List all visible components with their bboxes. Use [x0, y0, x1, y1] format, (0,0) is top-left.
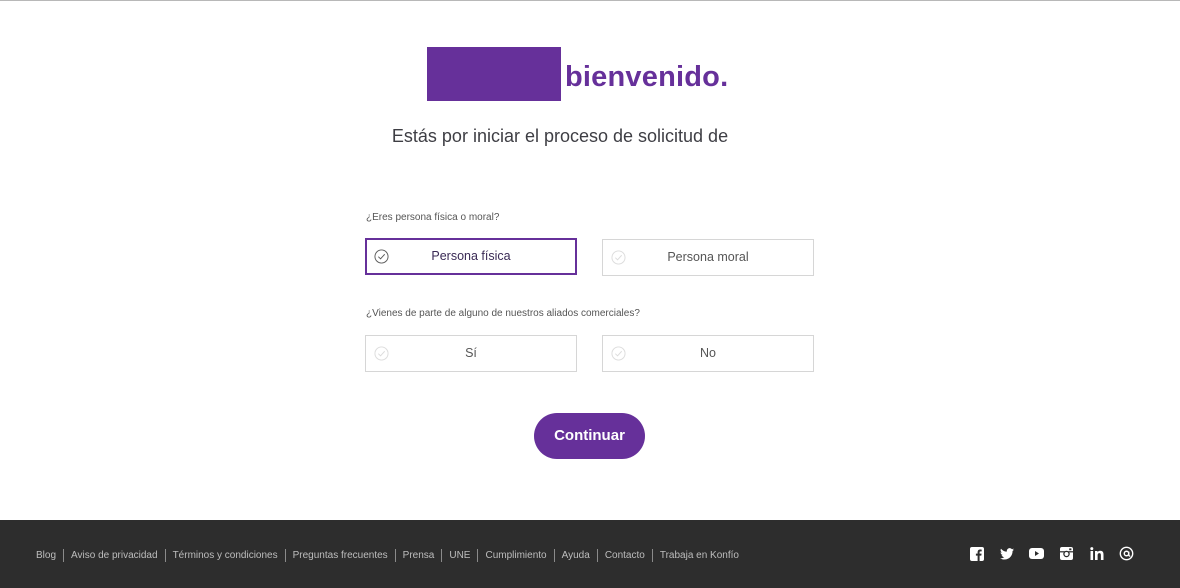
- footer-separator: [63, 549, 65, 562]
- footer-link-aviso-privacidad[interactable]: Aviso de privacidad: [71, 550, 158, 561]
- footer-separator: [477, 549, 479, 562]
- footer-link-blog[interactable]: Blog: [36, 550, 56, 561]
- footer: Blog Aviso de privacidad Términos y cond…: [0, 520, 1180, 588]
- footer-link-prensa[interactable]: Prensa: [403, 550, 435, 561]
- at-icon[interactable]: [1119, 546, 1134, 561]
- option-no-label: No: [700, 346, 716, 360]
- footer-separator: [394, 549, 396, 562]
- option-persona-moral-label: Persona moral: [667, 250, 749, 264]
- top-border-line: [0, 0, 1180, 1]
- header: bienvenido.: [0, 47, 1180, 101]
- option-no[interactable]: No: [602, 335, 814, 372]
- footer-separator: [284, 549, 286, 562]
- welcome-heading: bienvenido.: [565, 61, 729, 93]
- option-si[interactable]: Sí: [365, 335, 577, 372]
- footer-link-contacto[interactable]: Contacto: [605, 550, 645, 561]
- twitter-icon[interactable]: [999, 546, 1014, 561]
- footer-separator: [441, 549, 443, 562]
- brand-logo-redacted: [427, 47, 561, 101]
- option-persona-moral[interactable]: Persona moral: [602, 239, 814, 276]
- youtube-icon[interactable]: [1029, 546, 1044, 561]
- footer-separator: [596, 549, 598, 562]
- footer-separator: [553, 549, 555, 562]
- linkedin-icon[interactable]: [1089, 546, 1104, 561]
- continue-button[interactable]: Continuar: [534, 413, 645, 459]
- footer-link-terminos[interactable]: Términos y condiciones: [173, 550, 278, 561]
- option-persona-fisica-label: Persona física: [431, 249, 511, 263]
- option-persona-fisica[interactable]: Persona física: [365, 238, 577, 275]
- footer-link-une[interactable]: UNE: [449, 550, 470, 561]
- footer-link-preguntas[interactable]: Preguntas frecuentes: [293, 550, 388, 561]
- facebook-icon[interactable]: [969, 546, 984, 561]
- instagram-icon[interactable]: [1059, 546, 1074, 561]
- footer-link-ayuda[interactable]: Ayuda: [562, 550, 590, 561]
- option-si-label: Sí: [465, 346, 477, 360]
- social-icons: [969, 546, 1149, 561]
- question-commercial-ally: ¿Vienes de parte de alguno de nuestros a…: [366, 308, 640, 319]
- footer-separator: [164, 549, 166, 562]
- question-person-type: ¿Eres persona física o moral?: [366, 212, 500, 223]
- page-subtitle: Estás por iniciar el proceso de solicitu…: [391, 126, 729, 146]
- footer-separator: [651, 549, 653, 562]
- footer-link-trabaja[interactable]: Trabaja en Konfío: [660, 550, 739, 561]
- footer-links: Blog Aviso de privacidad Términos y cond…: [36, 549, 739, 562]
- footer-link-cumplimiento[interactable]: Cumplimiento: [485, 550, 546, 561]
